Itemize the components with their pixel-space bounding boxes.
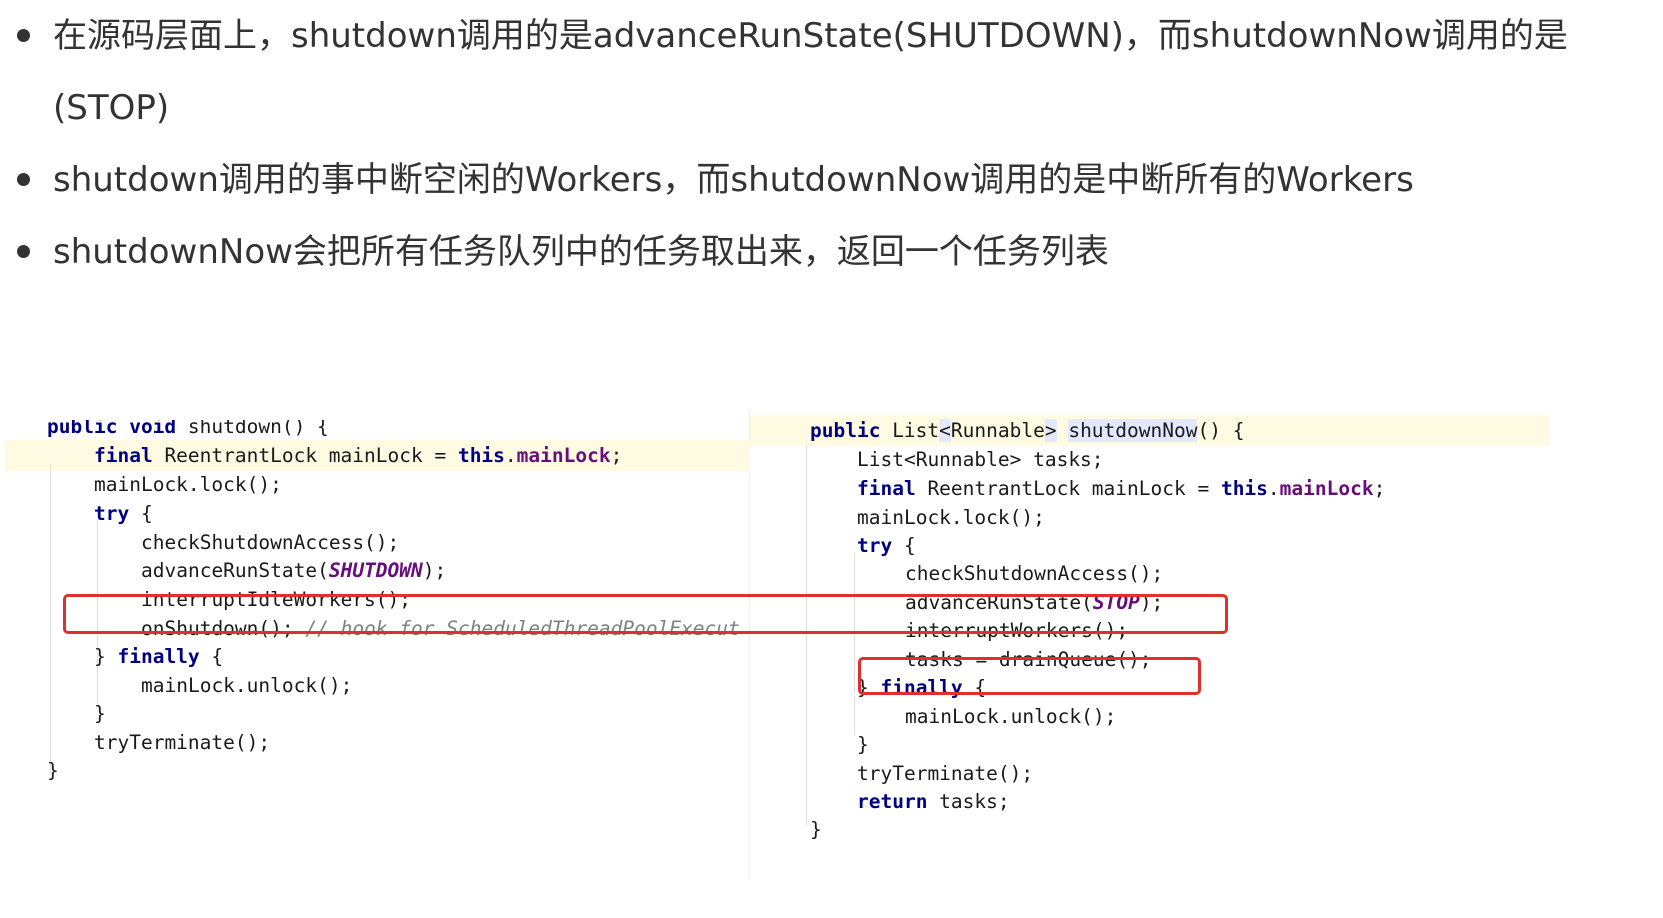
code-line: try {: [857, 531, 916, 561]
code-line: mainLock.lock();: [94, 473, 282, 496]
code-line: mainLock.lock();: [857, 506, 1045, 529]
code-token: public: [810, 419, 881, 442]
code-line: tryTerminate();: [857, 762, 1034, 785]
code-token: {: [129, 502, 153, 525]
code-token: tasks;: [927, 790, 1010, 813]
code-line: List<Runnable> tasks;: [857, 448, 1104, 471]
bullet-dot-icon: [17, 173, 30, 186]
code-token: this: [1220, 477, 1268, 500]
code-token: ReentrantLock mainLock =: [915, 477, 1221, 500]
code-token: mainLock: [516, 444, 611, 467]
code-token: final: [94, 444, 153, 467]
code-token: shutdown() {: [176, 420, 329, 438]
code-token: try: [94, 502, 130, 525]
advance-run-state-highlight-box: [63, 594, 1228, 634]
bullet-text: shutdownNow会把所有任务队列中的任务取出来，返回一个任务列表: [53, 232, 1109, 272]
code-token: shutdownNow: [1068, 419, 1198, 442]
code-token: () {: [1197, 419, 1245, 442]
code-token: return: [857, 790, 928, 813]
indent-guide: [806, 445, 807, 825]
code-token: }: [94, 645, 118, 668]
code-token: public: [47, 420, 118, 438]
code-token: advanceRunState(: [141, 559, 329, 582]
shutdownnow-code-panel: public List<Runnable> shutdownNow() { Li…: [750, 405, 1663, 875]
code-token: try: [857, 534, 893, 557]
code-token: SHUTDOWN: [328, 559, 423, 582]
bullet-text: shutdown调用的事中断空闲的Workers，而shutdownNow调用的…: [53, 160, 1414, 200]
code-token: .: [1267, 477, 1280, 500]
code-line: mainLock.unlock();: [905, 705, 1117, 728]
code-token: final: [857, 477, 916, 500]
code-line: }: [94, 702, 106, 725]
code-token: ;: [1373, 477, 1386, 500]
code-token: List: [880, 419, 940, 442]
drain-queue-highlight-box: [858, 657, 1201, 695]
code-line: tryTerminate();: [94, 731, 271, 754]
code-line: public void shutdown() {: [47, 420, 329, 442]
code-token: ;: [610, 444, 623, 467]
code-token: this: [457, 444, 505, 467]
bullet-text: 在源码层面上，shutdown调用的是advanceRunState(SHUTD…: [53, 16, 1568, 128]
code-token: finally: [117, 645, 200, 668]
code-token: .: [504, 444, 517, 467]
code-token: Runnable: [950, 419, 1045, 442]
code-token: );: [422, 559, 447, 582]
indent-guide: [50, 465, 51, 775]
code-line: checkShutdownAccess();: [905, 562, 1164, 585]
code-line: final ReentrantLock mainLock = this.main…: [857, 474, 1385, 504]
code-token: mainLock: [1279, 477, 1374, 500]
code-line: final ReentrantLock mainLock = this.main…: [94, 441, 622, 471]
code-token: {: [199, 645, 224, 668]
code-line: return tasks;: [857, 787, 1010, 817]
code-token: >: [1044, 419, 1057, 442]
code-line: }: [810, 818, 822, 841]
code-line: mainLock.unlock();: [141, 674, 353, 697]
bullet-dot-icon: [17, 245, 30, 258]
code-line: try {: [94, 499, 153, 529]
code-token: void: [129, 420, 177, 438]
bullet-dot-icon: [17, 29, 30, 42]
code-token: ReentrantLock mainLock =: [152, 444, 458, 467]
code-line: } finally {: [94, 642, 223, 672]
code-token: {: [892, 534, 916, 557]
indent-guide: [854, 695, 855, 735]
code-line: advanceRunState(SHUTDOWN);: [141, 556, 446, 586]
code-line: }: [47, 759, 59, 782]
code-line: public List<Runnable> shutdownNow() {: [810, 416, 1244, 446]
code-line: }: [857, 733, 869, 756]
code-token: <: [939, 419, 951, 442]
code-line: checkShutdownAccess();: [141, 531, 400, 554]
